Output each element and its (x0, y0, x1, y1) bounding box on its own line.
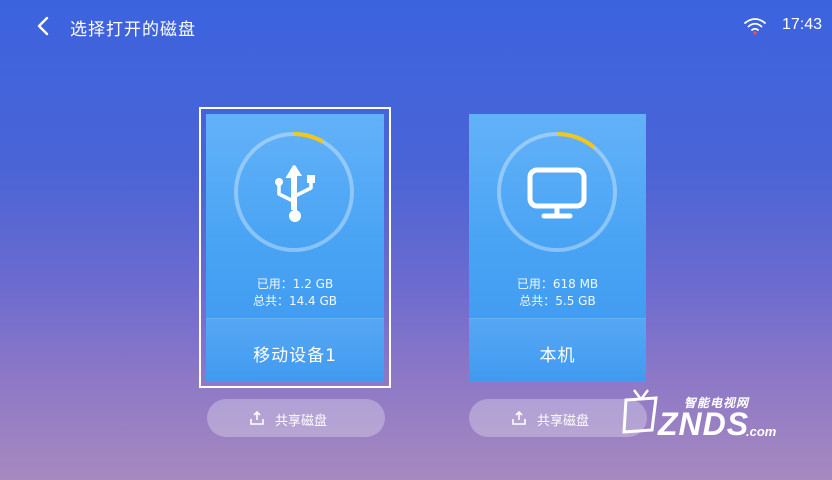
share-upload-icon (250, 410, 264, 425)
usb-icon (275, 164, 315, 222)
back-button[interactable] (30, 12, 58, 40)
disk-name: 移动设备1 (253, 346, 337, 366)
share-upload-icon (512, 410, 526, 425)
monitor-icon (527, 167, 587, 219)
used-text: 已用：1.2 GB (256, 277, 334, 291)
disk-usage-text: 已用：618 MB 总共：5.5 GB (469, 276, 646, 310)
card-footer: 移动设备1 (206, 318, 384, 382)
wifi-icon (744, 17, 766, 35)
total-text: 总共：5.5 GB (519, 294, 596, 308)
share-disk-label: 共享磁盘 (537, 414, 590, 429)
watermark-main: ZNDS (658, 406, 750, 442)
share-disk-label: 共享磁盘 (275, 414, 328, 429)
disk-card-usb[interactable]: 已用：1.2 GB 总共：14.4 GB 移动设备1 (206, 114, 384, 382)
share-disk-button[interactable]: 共享磁盘 (207, 399, 385, 437)
page-title: 选择打开的磁盘 (70, 20, 196, 40)
disk-name: 本机 (539, 346, 576, 366)
card-footer: 本机 (469, 318, 646, 382)
clock: 17:43 (782, 16, 823, 33)
total-text: 总共：14.4 GB (252, 294, 338, 308)
chevron-left-icon (37, 16, 49, 36)
top-bar: 选择打开的磁盘 17:43 (0, 0, 832, 56)
disk-card-local[interactable]: 已用：618 MB 总共：5.5 GB 本机 (469, 114, 646, 382)
watermark-suffix: .com (746, 424, 777, 439)
used-text: 已用：618 MB (516, 277, 599, 291)
disk-usage-text: 已用：1.2 GB 总共：14.4 GB (206, 276, 384, 310)
tv-logo-icon (622, 389, 658, 434)
watermark-logo: 智能电视网 ZNDS .com (620, 380, 820, 450)
